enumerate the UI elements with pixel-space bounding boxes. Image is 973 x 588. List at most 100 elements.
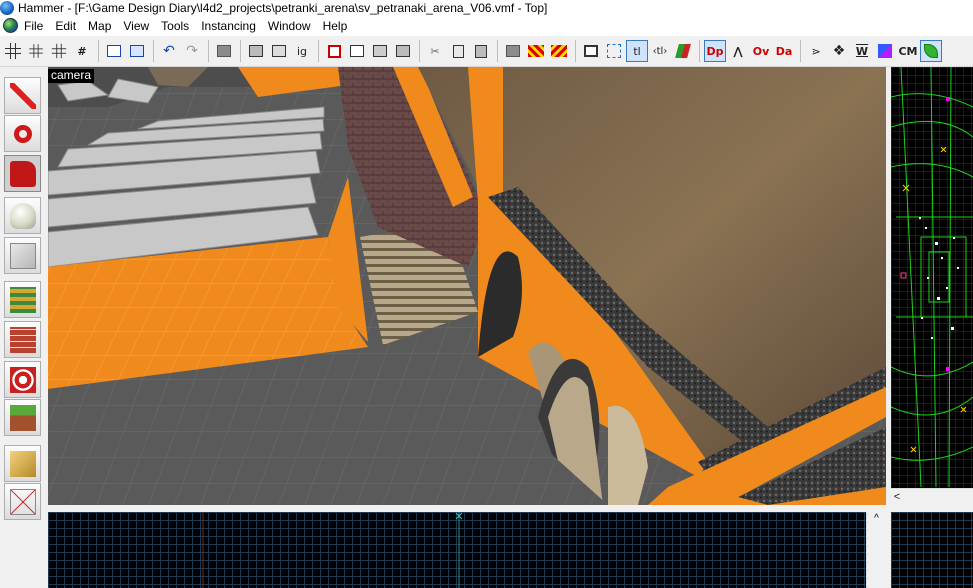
menu-map[interactable]: Map [82,16,117,36]
overlay-icon[interactable]: Ov [750,40,772,62]
decals-icon [9,366,36,393]
visgroup-icon[interactable] [874,40,896,62]
redo-glyph: ↷ [186,43,198,59]
paste-icon[interactable] [470,40,492,62]
undo-glyph: ↶ [163,43,175,59]
scroll-up-icon[interactable]: ^ [867,512,886,526]
document-globe-icon[interactable] [3,18,18,33]
tool-palette [0,67,45,588]
clipping-tool-icon[interactable]: ⋀ [727,40,749,62]
menu-edit[interactable]: Edit [49,16,82,36]
texture-application-button[interactable] [4,281,41,318]
clipping-button[interactable] [4,445,41,482]
menu-window[interactable]: Window [262,16,317,36]
hide-selected-icon[interactable] [323,40,345,62]
menu-tools[interactable]: Tools [155,16,195,36]
camera-label: camera [48,69,95,83]
apply-texture-button[interactable] [4,321,41,358]
hammer-window: Hammer - [F:\Game Design Diary\l4d2_proj… [0,0,973,588]
menu-instancing[interactable]: Instancing [195,16,262,36]
cm-icon[interactable]: CM [897,40,919,62]
top-2d-viewport[interactable] [891,67,973,488]
camera-scene [48,67,886,505]
hide-unselected-icon[interactable] [369,40,391,62]
copy-icon[interactable] [447,40,469,62]
decal-text: Da [775,44,793,58]
pointer-icon [9,82,36,109]
leaf-icon[interactable] [920,40,942,62]
carve-icon[interactable] [213,40,235,62]
tie-to-entity-icon[interactable] [525,40,547,62]
menu-view[interactable]: View [117,16,155,36]
toolbar-separator [208,40,209,62]
undo-icon[interactable]: ↶ [158,40,180,62]
vertex-manipulation-icon[interactable]: Dp [704,40,726,62]
toolbar-separator [419,40,420,62]
entity-tool-button[interactable] [4,197,41,234]
window-title: Hammer - [F:\Game Design Diary\l4d2_proj… [18,0,548,15]
overlays-icon [9,404,36,431]
cordon-icon[interactable] [103,40,125,62]
top-2d-horizontal-scrollbar[interactable]: < [891,488,973,505]
texture-apply-icon[interactable] [672,40,694,62]
main-toolbar: # ↶ ↷ ig ✂ tl ‹tl› Dp ⋀ Ov Da ⋗ ❖ W CM [0,36,973,67]
scroll-left-icon[interactable]: < [891,491,903,503]
model-icon[interactable]: ❖ [828,40,850,62]
grid-icon[interactable] [2,40,24,62]
vertex-tool-button[interactable] [4,483,41,520]
brushes-text: W [855,44,869,58]
decal-icon[interactable]: Da [773,40,795,62]
selection-tool-button[interactable] [4,77,41,114]
texture-lock-scale-icon[interactable]: ‹tl› [649,40,671,62]
front-2d-viewport[interactable] [48,512,866,588]
show-selected-icon[interactable] [346,40,368,62]
group-icon[interactable] [245,40,267,62]
toolbar-separator [575,40,576,62]
top-2d-drawing [891,67,973,488]
entity-icon [9,202,36,229]
texture-lock-scale-text: ‹tl› [652,45,668,57]
toolbar-separator [699,40,700,62]
front-2d-vertical-scrollbar[interactable]: ^ [866,512,886,588]
magnify-icon [13,124,32,143]
camera-viewport[interactable]: camera [48,67,886,505]
hammer-app-icon [0,0,14,15]
title-bar: Hammer - [F:\Game Design Diary\l4d2_proj… [0,0,973,15]
ignore-groups-icon[interactable]: ig [291,40,313,62]
overlay-text: Ov [752,44,770,58]
tie-to-world-icon[interactable] [502,40,524,62]
magnify-tool-button[interactable] [4,115,41,152]
texture-application-icon [9,286,36,313]
redo-icon[interactable]: ↷ [181,40,203,62]
selection-dashed-icon[interactable] [603,40,625,62]
vertex-tool-icon [9,488,36,515]
cut-icon[interactable]: ✂ [424,40,446,62]
menu-file[interactable]: File [18,16,49,36]
side-2d-viewport[interactable] [891,512,973,588]
move-to-world-icon[interactable] [548,40,570,62]
grid-hash-icon[interactable]: # [71,40,93,62]
ungroup-icon[interactable] [268,40,290,62]
selection-box-icon[interactable] [580,40,602,62]
grid-smaller-icon[interactable] [25,40,47,62]
cordon-box-icon[interactable] [126,40,148,62]
camera-tool-button[interactable] [4,155,41,192]
decals-button[interactable] [4,361,41,398]
camera-icon [9,160,36,187]
apply-texture-icon [9,326,36,353]
toolbar-separator [318,40,319,62]
grid-larger-icon[interactable] [48,40,70,62]
menu-bar: File Edit Map View Tools Instancing Wind… [0,15,973,36]
vertex-manipulation-text: Dp [706,44,724,58]
toolbar-separator [800,40,801,62]
menu-help[interactable]: Help [317,16,354,36]
brushes-icon[interactable]: W [851,40,873,62]
path-icon[interactable]: ⋗ [805,40,827,62]
texture-lock-icon[interactable]: tl [626,40,648,62]
block-tool-button[interactable] [4,237,41,274]
toolbar-separator [240,40,241,62]
viewport-splitter-horizontal[interactable] [48,505,973,512]
overlays-button[interactable] [4,399,41,436]
show-all-icon[interactable] [392,40,414,62]
ignore-groups-text: ig [296,44,308,58]
